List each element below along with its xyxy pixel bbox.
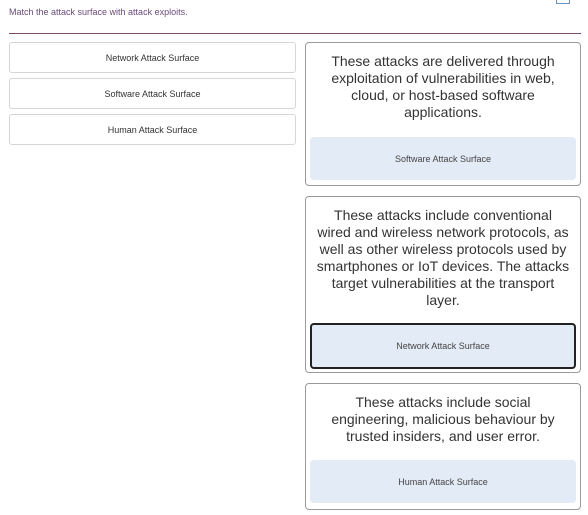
target-description: These attacks include social engineering… — [331, 394, 555, 444]
drop-zone-network[interactable]: Network Attack Surface — [310, 323, 576, 369]
option-software-attack-surface[interactable]: Software Attack Surface — [9, 78, 296, 109]
drop-zone-human[interactable]: Human Attack Surface — [310, 460, 576, 503]
option-list: Network Attack Surface Software Attack S… — [9, 42, 296, 150]
target-card-network: These attacks include conventional wired… — [305, 196, 581, 373]
target-description: These attacks are delivered through expl… — [331, 53, 555, 120]
matching-question: Match the attack surface with attack exp… — [0, 0, 588, 515]
target-card-human: These attacks include social engineering… — [305, 383, 581, 510]
target-card-software: These attacks are delivered through expl… — [305, 42, 581, 186]
option-human-attack-surface[interactable]: Human Attack Surface — [9, 114, 296, 145]
target-description: These attacks include conventional wired… — [316, 207, 570, 308]
question-instruction: Match the attack surface with attack exp… — [9, 7, 188, 17]
option-network-attack-surface[interactable]: Network Attack Surface — [9, 42, 296, 73]
divider — [9, 33, 581, 34]
drop-zone-software[interactable]: Software Attack Surface — [310, 137, 576, 180]
window-corner-icon[interactable] — [556, 0, 570, 4]
